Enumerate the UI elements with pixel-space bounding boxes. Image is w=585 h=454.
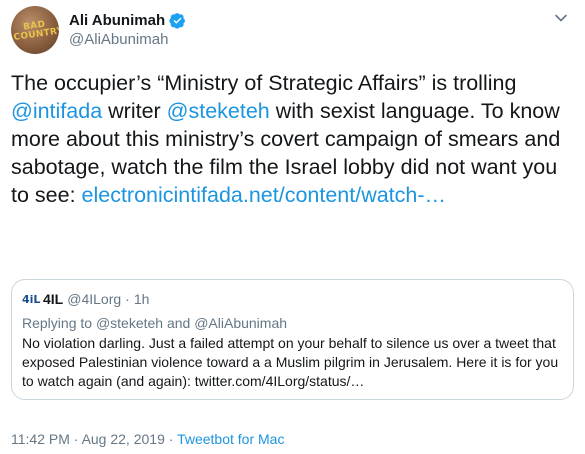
separator-dot: · [125,291,130,307]
quoted-author-avatar[interactable]: 4iL [22,293,40,306]
quoted-tweet-card[interactable]: 4iL 4IL @4ILorg · 1h Replying to @steket… [11,279,574,400]
mention-link[interactable]: @steketeh [167,99,270,123]
quoted-tweet-text: No violation darling. Just a failed atte… [22,335,559,389]
author-display-name[interactable]: Ali Abunimah [69,12,165,29]
chevron-down-icon[interactable] [553,10,569,26]
replying-and: and [163,315,195,331]
tweet-time[interactable]: 11:42 PM [11,431,70,447]
quoted-author-handle[interactable]: @4ILorg [67,291,121,307]
tweet-body: The occupier’s “Ministry of Strategic Af… [11,69,576,209]
mention-link[interactable]: @intifada [11,99,102,123]
quoted-tweet-header: 4iL 4IL @4ILorg · 1h [22,290,563,308]
replying-mention[interactable]: @steketeh [96,315,163,331]
url-link[interactable]: electronicintifada.net/content/watch-… [82,183,447,207]
replying-prefix: Replying to [22,315,96,331]
meta-separator: · [164,431,178,447]
verified-badge-icon [169,12,186,29]
author-name-row: Ali Abunimah [69,10,186,30]
avatar[interactable]: BAD COUNTRY [11,6,59,54]
tweet-source-link[interactable]: Tweetbot for Mac [177,431,284,447]
tweet-text-part: writer [102,99,167,123]
replying-to-line: Replying to @steketeh and @AliAbunimah [22,315,563,331]
quoted-tweet-time[interactable]: 1h [134,291,150,307]
tweet-meta: 11:42 PM · Aug 22, 2019 · Tweetbot for M… [11,431,284,447]
tweet-text-part: The occupier’s “Ministry of Strategic Af… [11,71,517,95]
replying-mention[interactable]: @AliAbunimah [194,315,287,331]
author-handle[interactable]: @AliAbunimah [69,31,168,48]
quoted-author-name[interactable]: 4IL [43,291,63,307]
meta-separator: · [69,431,82,447]
avatar-logo-text: BAD COUNTRY [13,19,59,43]
tweet-date[interactable]: Aug 22, 2019 [82,431,165,447]
